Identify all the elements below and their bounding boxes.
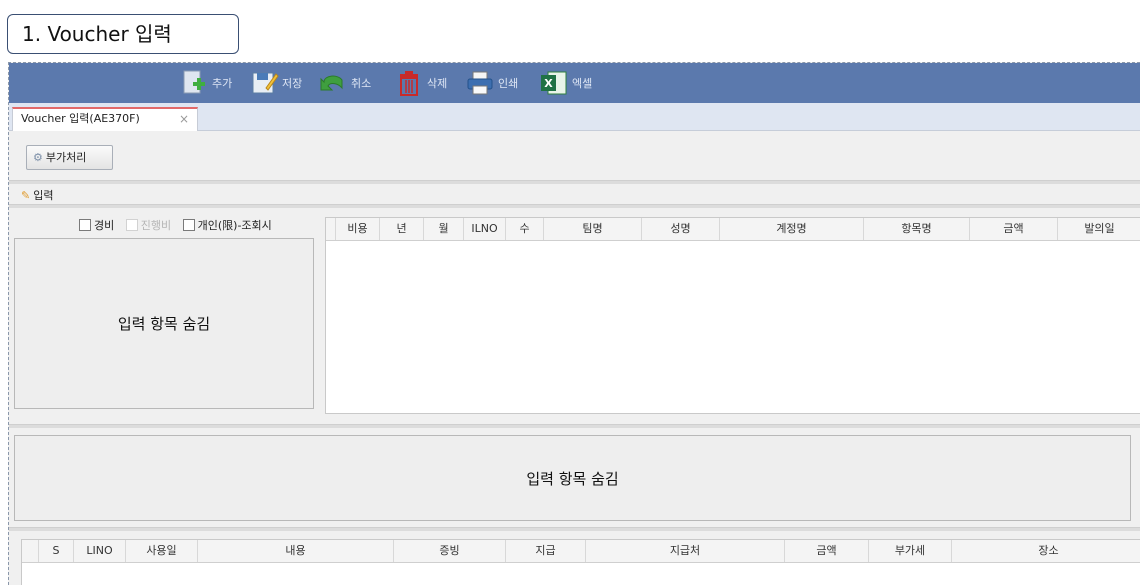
- checkbox-box[interactable]: [182, 219, 195, 231]
- checkbox-label: 경비: [94, 219, 115, 232]
- extra-processing-label: 부가처리: [45, 151, 87, 164]
- svg-text:X: X: [544, 77, 553, 90]
- grid-row-header: [326, 218, 336, 240]
- checkbox-box: [125, 219, 138, 231]
- checkbox-box[interactable]: [79, 219, 91, 231]
- print-button[interactable]: 인쇄: [465, 66, 518, 100]
- column-header[interactable]: ILNO: [464, 218, 506, 240]
- app-window: 추가 저장 취소 삭제 인쇄 X 엑셀 Voucher 입력(AE370F) ×…: [8, 62, 1140, 585]
- divider: [9, 180, 1140, 184]
- column-header[interactable]: 계정명: [720, 218, 864, 240]
- voucher-grid[interactable]: 비용 년 월 ILNO 수 팀명 성명 계정명 항목명 금액 발의일: [325, 217, 1140, 414]
- checkbox-expense[interactable]: 경비: [79, 217, 114, 233]
- column-header[interactable]: 장소: [952, 540, 1140, 562]
- gear-icon: ⚙: [33, 151, 43, 164]
- print-button-label: 인쇄: [498, 77, 519, 90]
- divider: [9, 527, 1140, 531]
- cancel-button-label: 취소: [351, 77, 372, 90]
- undo-arrow-icon: [320, 75, 343, 91]
- hidden-panel-text: 입력 항목 숨김: [526, 469, 619, 488]
- column-header[interactable]: 수: [506, 218, 544, 240]
- toolbar: 추가 저장 취소 삭제 인쇄 X 엑셀: [9, 63, 1140, 103]
- pencil-icon: ✎: [21, 189, 31, 202]
- grid-row-header: [22, 540, 39, 562]
- column-header[interactable]: 지급: [506, 540, 586, 562]
- column-header[interactable]: 발의일: [1058, 218, 1140, 240]
- column-header[interactable]: 금액: [785, 540, 869, 562]
- column-header[interactable]: 비용: [336, 218, 380, 240]
- column-header[interactable]: 증빙: [394, 540, 506, 562]
- add-document-icon: [183, 70, 205, 94]
- printer-icon: [467, 71, 493, 95]
- excel-button-label: 엑셀: [572, 77, 593, 90]
- hidden-panel-text: 입력 항목 숨김: [117, 315, 211, 333]
- column-header[interactable]: 내용: [198, 540, 394, 562]
- delete-button-label: 삭제: [427, 77, 448, 90]
- filter-checkboxes: 경비 진행비 개인(限)-조회시: [79, 217, 280, 234]
- tab-bar: Voucher 입력(AE370F) ×: [9, 103, 1140, 131]
- extra-processing-button[interactable]: ⚙ 부가처리: [26, 145, 113, 170]
- checkbox-label: 개인(限)-조회시: [197, 219, 272, 232]
- column-header[interactable]: 부가세: [869, 540, 952, 562]
- save-icon: [252, 72, 279, 94]
- column-header[interactable]: S: [39, 540, 74, 562]
- save-button[interactable]: 저장: [249, 66, 302, 100]
- divider: [9, 424, 1140, 428]
- detail-grid[interactable]: S LINO 사용일 내용 증빙 지급 지급처 금액 부가세 장소: [21, 539, 1140, 585]
- column-header[interactable]: LINO: [74, 540, 126, 562]
- close-icon[interactable]: ×: [179, 109, 189, 129]
- input-section-label: 입력: [33, 189, 54, 202]
- tab-label: Voucher 입력(AE370F): [21, 112, 140, 125]
- input-section-header: ✎ 입력: [21, 187, 53, 203]
- column-header[interactable]: 성명: [642, 218, 720, 240]
- hidden-input-panel-middle: 입력 항목 숨김: [14, 435, 1131, 521]
- tab-voucher-input[interactable]: Voucher 입력(AE370F) ×: [12, 107, 198, 131]
- column-header[interactable]: 금액: [970, 218, 1058, 240]
- checkbox-progress-cost: 진행비: [125, 217, 172, 233]
- column-header[interactable]: 팀명: [544, 218, 642, 240]
- cancel-button[interactable]: 취소: [318, 66, 371, 100]
- excel-icon: X: [541, 71, 567, 95]
- column-header[interactable]: 년: [380, 218, 424, 240]
- checkbox-label: 진행비: [140, 219, 172, 232]
- column-header[interactable]: 월: [424, 218, 464, 240]
- divider: [9, 204, 1140, 208]
- column-header[interactable]: 항목명: [864, 218, 970, 240]
- checkbox-personal-query[interactable]: 개인(限)-조회시: [182, 217, 272, 233]
- column-header[interactable]: 사용일: [126, 540, 198, 562]
- grid-header: S LINO 사용일 내용 증빙 지급 지급처 금액 부가세 장소: [22, 540, 1140, 563]
- section-caption: 1. Voucher 입력: [7, 14, 239, 54]
- grid-header: 비용 년 월 ILNO 수 팀명 성명 계정명 항목명 금액 발의일: [326, 218, 1140, 241]
- column-header[interactable]: 지급처: [586, 540, 785, 562]
- trash-icon: [400, 71, 418, 96]
- delete-button[interactable]: 삭제: [394, 66, 447, 100]
- save-button-label: 저장: [282, 77, 303, 90]
- hidden-input-panel-left: 입력 항목 숨김: [14, 238, 314, 409]
- add-button-label: 추가: [212, 77, 233, 90]
- excel-button[interactable]: X 엑셀: [539, 66, 592, 100]
- add-button[interactable]: 추가: [179, 66, 232, 100]
